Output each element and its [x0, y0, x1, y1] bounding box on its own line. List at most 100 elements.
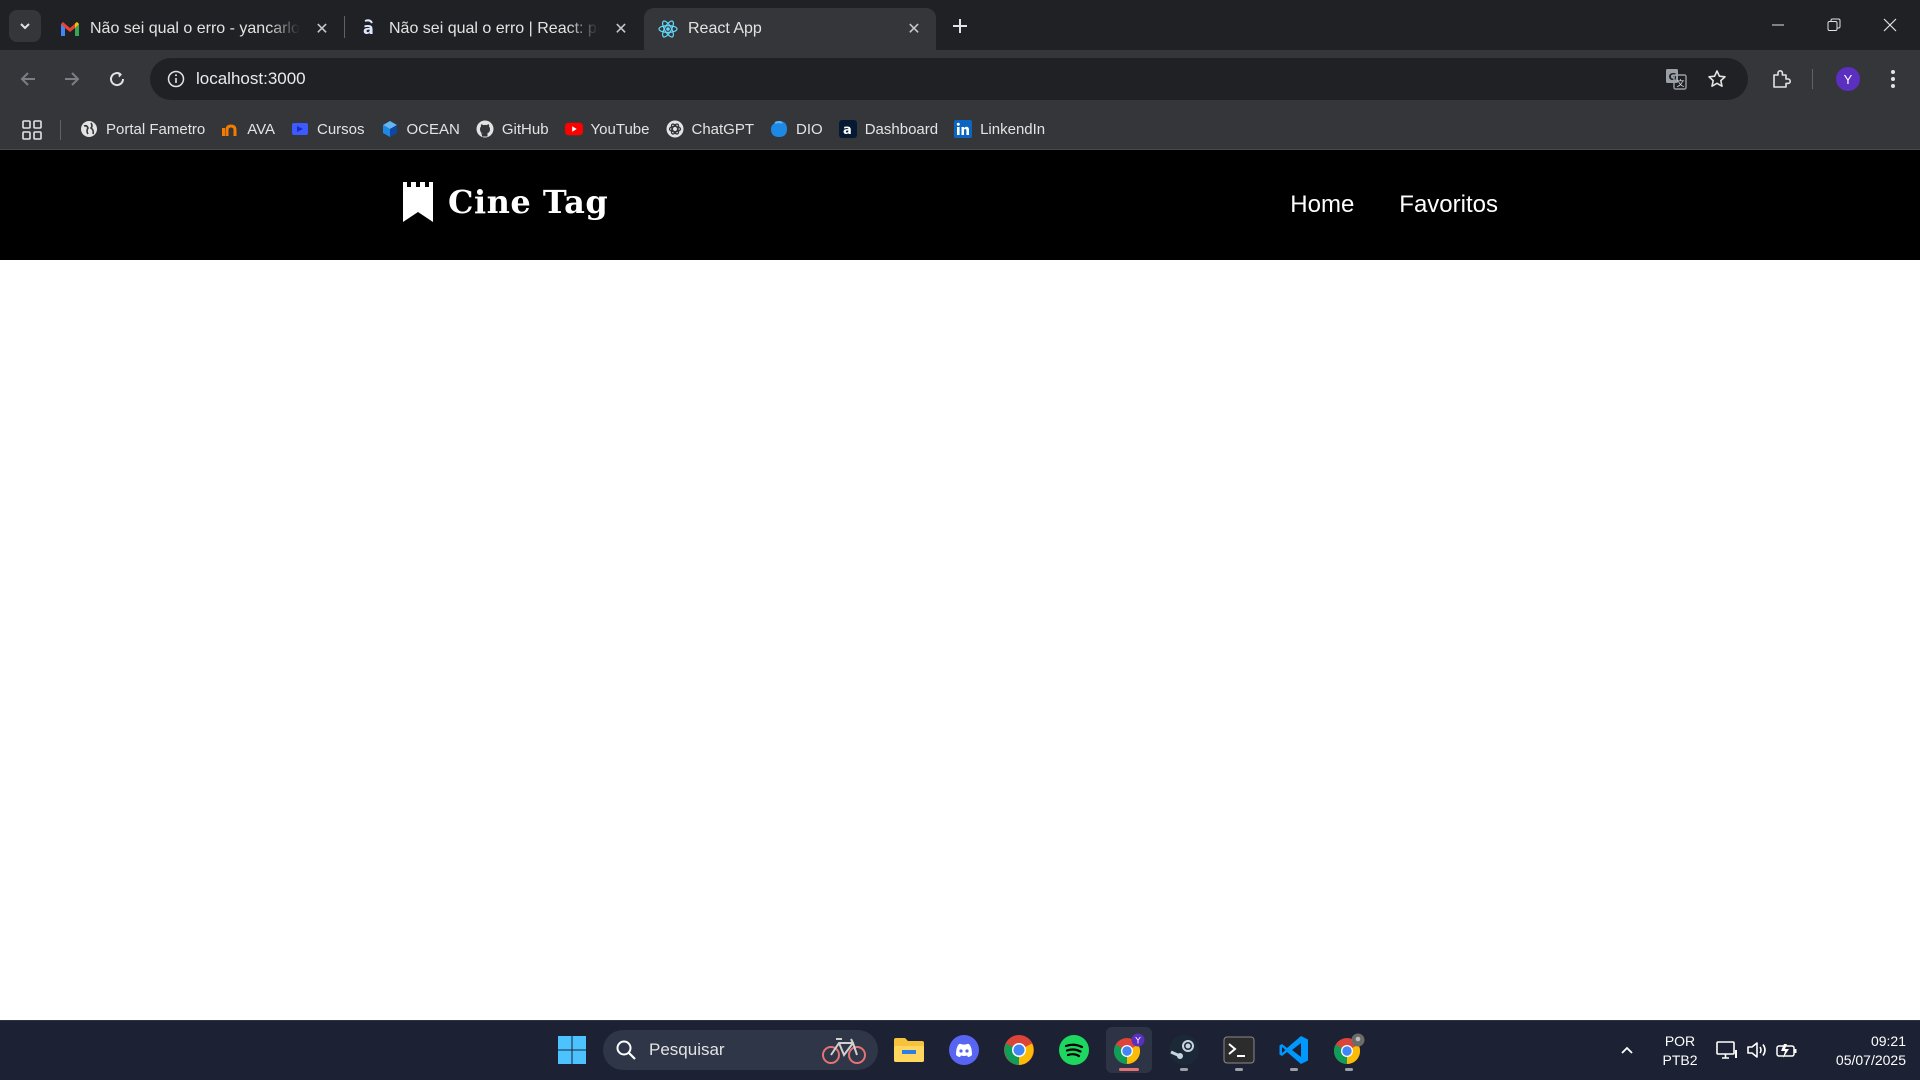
close-tab-icon[interactable]: ✕ [904, 19, 924, 39]
chrome-icon [1004, 1035, 1034, 1065]
taskbar-search[interactable]: Pesquisar [603, 1030, 878, 1070]
taskbar-file-explorer[interactable] [886, 1027, 932, 1073]
tab-alura-forum[interactable]: a Não sei qual o erro | React: prat ✕ [345, 8, 643, 50]
alura-icon: a [838, 120, 857, 138]
bookmark-logo-icon [403, 182, 433, 222]
logo-text: Cine Tag [448, 183, 609, 221]
nav-link-home[interactable]: Home [1290, 191, 1354, 219]
chevron-down-icon [20, 23, 30, 30]
restore-icon [1827, 18, 1841, 31]
taskbar-terminal[interactable] [1216, 1027, 1262, 1073]
translate-icon[interactable]: G文 [1660, 63, 1692, 95]
react-icon [658, 19, 678, 39]
search-icon [616, 1040, 636, 1060]
ava-icon [221, 120, 239, 138]
taskbar-vscode[interactable] [1271, 1027, 1317, 1073]
svg-text:a: a [843, 123, 852, 138]
battery-status[interactable] [1771, 1027, 1803, 1073]
svg-text:G: G [1669, 72, 1677, 83]
bookmark-label: YouTube [590, 120, 650, 138]
cursos-icon [291, 120, 309, 138]
start-button[interactable] [549, 1027, 595, 1073]
bookmark-github[interactable]: GitHub [468, 114, 557, 144]
page-viewport: Cine Tag Home Favoritos [0, 150, 1920, 1020]
windows-taskbar: Pesquisar Y POR PTB2 09:21 05/07/2025 [0, 1020, 1920, 1080]
input-language-indicator[interactable]: POR PTB2 [1660, 1032, 1700, 1070]
tab-title: Não sei qual o erro - yancarloal [90, 20, 300, 37]
bookmark-dio[interactable]: DIO [762, 114, 831, 144]
network-icon [1716, 1041, 1737, 1059]
taskbar-spotify[interactable] [1051, 1027, 1097, 1073]
back-button[interactable] [11, 62, 45, 96]
browser-tab-bar: Não sei qual o erro - yancarloal ✕ a Não… [0, 0, 1920, 50]
close-tab-icon[interactable]: ✕ [312, 19, 332, 39]
apps-grid-icon[interactable] [20, 118, 44, 142]
bookmark-label: Cursos [317, 120, 365, 138]
site-logo[interactable]: Cine Tag [402, 180, 608, 224]
url-text[interactable]: localhost:3000 [196, 58, 306, 100]
bookmark-youtube[interactable]: YouTube [557, 114, 658, 144]
browser-toolbar: localhost:3000 G文 Y [0, 50, 1920, 108]
address-bar[interactable]: localhost:3000 G文 [150, 58, 1748, 100]
new-tab-button[interactable] [944, 10, 976, 42]
speaker-icon [1747, 1042, 1766, 1058]
tab-gmail[interactable]: Não sei qual o erro - yancarloal ✕ [46, 8, 344, 50]
chevron-up-icon [1621, 1046, 1633, 1054]
running-indicator [1119, 1068, 1139, 1071]
restore-button[interactable] [1806, 0, 1862, 50]
bookmark-linkedin[interactable]: LinkendIn [946, 114, 1053, 144]
bookmark-list: Portal Fametro AVA Cursos OCEAN GitHub Y… [72, 108, 1053, 150]
spotify-icon [1059, 1035, 1089, 1065]
toolbar-divider [1812, 69, 1813, 89]
close-window-button[interactable] [1862, 0, 1918, 50]
keyboard-layout: PTB2 [1662, 1052, 1698, 1068]
extensions-icon[interactable] [1765, 62, 1799, 96]
bookmark-label: LinkendIn [980, 120, 1046, 138]
avatar: Y [1836, 67, 1860, 91]
taskbar-discord[interactable] [941, 1027, 987, 1073]
tab-title: Não sei qual o erro | React: prat [389, 20, 599, 37]
discord-icon [949, 1035, 979, 1065]
taskbar-chrome-profile[interactable]: Y [1106, 1027, 1152, 1073]
bookmark-star-icon[interactable] [1701, 63, 1733, 95]
arrow-right-icon [65, 72, 80, 86]
chrome-menu-button[interactable] [1876, 62, 1910, 96]
battery-icon [1776, 1044, 1797, 1058]
tab-search-button[interactable] [9, 10, 41, 42]
bookmark-dashboard[interactable]: a Dashboard [831, 114, 946, 144]
bookmark-label: Portal Fametro [106, 120, 206, 138]
close-tab-icon[interactable]: ✕ [611, 19, 631, 39]
nav-link-favoritos[interactable]: Favoritos [1399, 191, 1498, 219]
taskbar-chrome-alt[interactable] [1326, 1027, 1372, 1073]
svg-text:文: 文 [1677, 78, 1685, 88]
bookmark-label: DIO [796, 120, 823, 138]
alura-icon: a [359, 19, 379, 39]
system-clock[interactable]: 09:21 05/07/2025 [1810, 1032, 1906, 1070]
show-hidden-icons-button[interactable] [1609, 1027, 1645, 1073]
bookmark-label: OCEAN [406, 120, 460, 138]
bookmark-ava[interactable]: AVA [213, 114, 283, 144]
bookmark-cursos[interactable]: Cursos [283, 114, 373, 144]
minimize-button[interactable] [1750, 0, 1806, 50]
terminal-icon [1223, 1036, 1255, 1064]
profile-button[interactable]: Y [1831, 62, 1865, 96]
forward-button[interactable] [55, 62, 89, 96]
network-status[interactable] [1711, 1027, 1743, 1073]
bookmarks-divider [60, 120, 61, 140]
taskbar-steam[interactable] [1161, 1027, 1207, 1073]
taskbar-chrome[interactable] [996, 1027, 1042, 1073]
site-info-icon[interactable] [160, 63, 192, 95]
globe-icon [80, 120, 98, 138]
bookmark-label: GitHub [501, 120, 549, 138]
tab-react-app[interactable]: React App ✕ [644, 8, 936, 50]
reload-button[interactable] [100, 62, 134, 96]
youtube-icon [564, 120, 583, 138]
ocean-icon [381, 120, 399, 138]
volume-status[interactable] [1741, 1027, 1773, 1073]
site-nav: Home Favoritos [1245, 150, 1498, 260]
bookmarks-bar: Portal Fametro AVA Cursos OCEAN GitHub Y… [0, 108, 1920, 150]
bookmark-chatgpt[interactable]: ChatGPT [658, 114, 763, 144]
bookmark-ocean[interactable]: OCEAN [373, 114, 468, 144]
steam-icon [1169, 1035, 1199, 1065]
bookmark-portal-fametro[interactable]: Portal Fametro [72, 114, 213, 144]
